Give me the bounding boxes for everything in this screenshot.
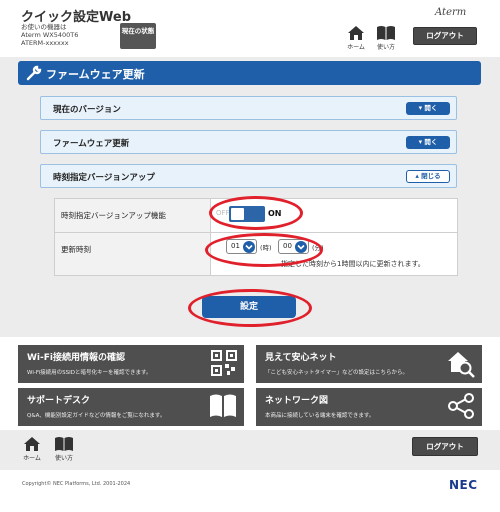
book-icon	[55, 437, 73, 451]
minute-select[interactable]: 00	[278, 239, 309, 254]
tile-description: 「こども安心ネットタイマー」などの設定はこちらから。	[265, 370, 409, 376]
toggle-track[interactable]	[229, 206, 265, 222]
scheduled-update-toggle[interactable]: OFF ON	[216, 205, 284, 223]
guide-label: 使い方	[54, 455, 73, 462]
section-title: ファームウェア更新	[46, 68, 145, 81]
tile-wifi-info[interactable]: Wi-Fi接続用情報の確認 Wi-Fi接続用のSSIDと暗号化キーを確認できます…	[18, 345, 244, 383]
time-setting-label: 更新時刻	[55, 233, 211, 275]
logout-button[interactable]: ログアウト	[413, 27, 477, 45]
book-icon	[210, 394, 236, 417]
footer-guide-button[interactable]: 使い方	[51, 436, 77, 462]
setting-row-time: 更新時刻 01 (時) 00 (分) 指定した時刻から1時間以内に更新されます。	[55, 233, 457, 275]
toggle-knob[interactable]	[231, 208, 244, 220]
device-model: Aterm WX5400T6	[21, 31, 79, 39]
home-nav-button[interactable]: ホーム	[343, 25, 369, 51]
header: クイック設定Web お使いの機器は Aterm WX5400T6 ATERM-x…	[0, 0, 500, 57]
qr-code-icon	[211, 350, 237, 376]
device-info: お使いの機器は Aterm WX5400T6 ATERM-xxxxxx	[21, 23, 78, 47]
tile-description: Wi-Fi接続用のSSIDと暗号化キーを確認できます。	[27, 370, 152, 376]
minute-value: 00	[283, 242, 292, 250]
device-info-line: お使いの機器は	[21, 23, 67, 31]
home-icon	[24, 437, 40, 451]
tile-support-desk[interactable]: サポートデスク Q&A、機能別設定ガイドなどの情報をご覧になれます。	[18, 388, 244, 426]
accordion-current-version[interactable]: 現在のバージョン ▾ 開く	[40, 96, 457, 120]
guide-label: 使い方	[376, 44, 395, 51]
tile-title: サポートデスク	[27, 396, 91, 406]
home-icon	[348, 26, 364, 40]
accordion-label: 時刻指定バージョンアップ	[53, 173, 155, 183]
chevron-up-icon: ▴	[415, 172, 419, 180]
toggle-on-label: ON	[268, 209, 282, 218]
expand-button-label: 開く	[424, 138, 438, 146]
hour-unit: (時)	[260, 244, 272, 252]
time-note: 指定した時刻から1時間以内に更新されます。	[281, 260, 425, 268]
tile-description: Q&A、機能別設定ガイドなどの情報をご覧になれます。	[27, 413, 166, 419]
tile-title: ネットワーク図	[265, 396, 329, 406]
hour-select[interactable]: 01	[226, 239, 257, 254]
footer-home-button[interactable]: ホーム	[19, 436, 45, 462]
chevron-down-icon: ▾	[418, 138, 423, 146]
toggle-setting-label: 時刻指定バージョンアップ機能	[55, 199, 211, 232]
book-icon	[377, 26, 395, 40]
accordion-label: ファームウェア更新	[53, 139, 130, 149]
aterm-logo: Aterm	[435, 7, 467, 18]
wrench-icon	[26, 65, 42, 81]
chevron-down-icon: ▾	[418, 104, 423, 112]
guide-nav-button[interactable]: 使い方	[373, 25, 399, 51]
chevron-down-icon	[295, 241, 307, 253]
home-search-icon	[448, 352, 475, 378]
collapse-button-label: 閉じる	[421, 172, 441, 180]
chevron-down-icon	[243, 241, 255, 253]
collapse-button[interactable]: ▴ 閉じる	[406, 170, 450, 183]
tile-network-map[interactable]: ネットワーク図 本商品に接続している端末を確認できます。	[256, 388, 482, 426]
setting-row-toggle: 時刻指定バージョンアップ機能 OFF ON	[55, 199, 457, 233]
current-status-button[interactable]: 現在の状態	[120, 23, 156, 49]
footer-nav: ホーム 使い方 ログアウト	[0, 430, 500, 470]
tile-description: 本商品に接続している端末を確認できます。	[265, 413, 375, 419]
tile-mieru-net[interactable]: 見えて安心ネット 「こども安心ネットタイマー」などの設定はこちらから。	[256, 345, 482, 383]
toggle-off-label: OFF	[216, 209, 230, 217]
submit-button[interactable]: 設定	[202, 296, 296, 318]
expand-button-label: 開く	[424, 104, 438, 112]
network-icon	[448, 393, 474, 419]
settings-table: 時刻指定バージョンアップ機能 OFF ON 更新時刻 01 (時) 00 (分)…	[54, 198, 458, 276]
tile-title: Wi-Fi接続用情報の確認	[27, 353, 125, 363]
hour-value: 01	[231, 242, 240, 250]
expand-button[interactable]: ▾ 開く	[406, 136, 450, 149]
home-label: ホーム	[347, 44, 365, 51]
accordion-label: 現在のバージョン	[53, 105, 121, 115]
nec-logo: NEC	[449, 478, 478, 492]
accordion-scheduled-update[interactable]: 時刻指定バージョンアップ ▴ 閉じる	[40, 164, 457, 188]
section-header: ファームウェア更新	[18, 61, 481, 85]
expand-button[interactable]: ▾ 開く	[406, 102, 450, 115]
home-label: ホーム	[23, 455, 41, 462]
tile-title: 見えて安心ネット	[265, 353, 337, 363]
device-name: ATERM-xxxxxx	[21, 39, 69, 47]
footer-logout-button[interactable]: ログアウト	[412, 437, 478, 456]
accordion-firmware-update[interactable]: ファームウェア更新 ▾ 開く	[40, 130, 457, 154]
copyright: Copyright© NEC Platforms, Ltd. 2001-2024	[22, 481, 131, 487]
minute-unit: (分)	[312, 244, 324, 252]
